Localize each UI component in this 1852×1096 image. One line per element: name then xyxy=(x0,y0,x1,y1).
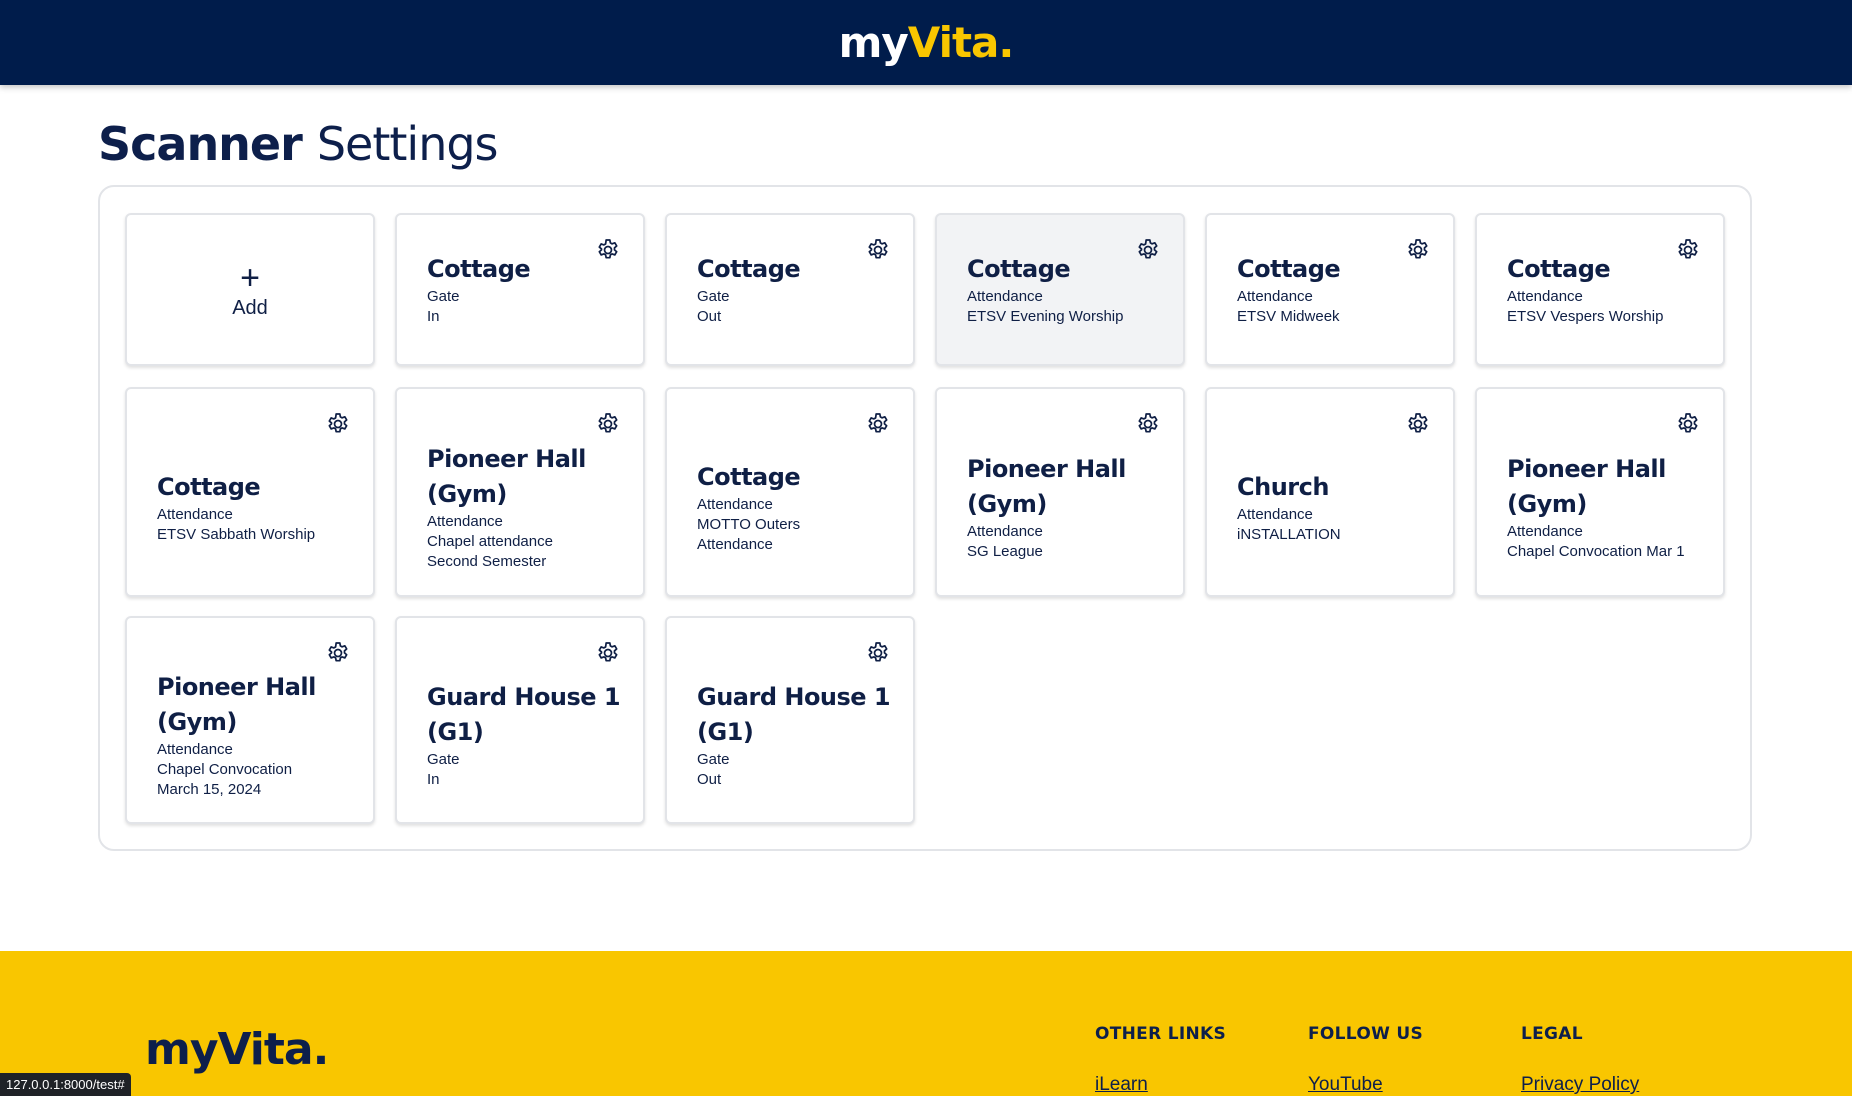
scanner-card-content: Cottage Gate Out xyxy=(697,215,893,364)
scanner-card-title: Cottage xyxy=(1237,255,1341,283)
scanner-card-title: Cottage xyxy=(427,255,531,283)
scanner-card-detail: Out xyxy=(697,771,722,788)
scanner-card-detail: In xyxy=(427,771,440,788)
scanner-grid-panel: + Add Cottage Gate In Cottage Gate Out Cottage… xyxy=(98,185,1752,851)
scanner-card-content: Pioneer Hall (Gym) Attendance Chapel Convo… xyxy=(1507,419,1703,595)
scanner-card-detail: Gate xyxy=(697,751,730,768)
scanner-card-detail: Attendance xyxy=(1507,288,1583,305)
footer-link-privacy-policy[interactable]: Privacy Policy xyxy=(1521,1074,1639,1096)
scanner-card-title: Cottage xyxy=(1507,255,1611,283)
scanner-card-detail: iNSTALLATION xyxy=(1237,525,1341,543)
scanner-card-detail: ETSV Sabbath Worship xyxy=(157,525,316,543)
scanner-card-title: Pioneer Hall (Gym) xyxy=(157,673,316,736)
scanner-card[interactable]: Pioneer Hall (Gym) Attendance SG League xyxy=(935,387,1185,597)
scanner-card[interactable]: Pioneer Hall (Gym) Attendance Chapel atten… xyxy=(395,387,645,597)
scanner-card-detail: ETSV Midweek xyxy=(1237,308,1340,325)
footer-heading-other-links: OTHER LINKS xyxy=(1095,1024,1226,1044)
plus-icon: + xyxy=(240,259,260,297)
scanner-card-detail: Out xyxy=(697,308,722,325)
scanner-card-detail: ETSV Vespers Worship xyxy=(1507,308,1664,325)
scanner-card[interactable]: Cottage Attendance MOTTO Outers Attendance xyxy=(665,387,915,597)
scanner-card[interactable]: Cottage Attendance ETSV Sabbath Worship xyxy=(125,387,375,597)
scanner-card-title: Cottage xyxy=(697,255,801,283)
scanner-card-detail: Chapel attendance xyxy=(427,533,553,550)
scanner-card-title: Pioneer Hall (Gym) xyxy=(427,445,586,508)
scanner-card-title: Church xyxy=(1237,472,1329,501)
footer-link-ilearn[interactable]: iLearn xyxy=(1095,1074,1226,1096)
scanner-card-content: Cottage Gate In xyxy=(427,215,623,364)
scanner-card-detail: Chapel Convocation Mar 1 xyxy=(1507,543,1685,560)
scanner-card-content: Pioneer Hall (Gym) Attendance Chapel atten… xyxy=(427,419,623,595)
scanner-card-detail: Chapel Convocation xyxy=(157,761,293,778)
scanner-card[interactable]: Cottage Attendance ETSV Midweek xyxy=(1205,213,1455,366)
scanner-card-title: Pioneer Hall (Gym) xyxy=(1507,455,1666,518)
scanner-card-detail: Attendance xyxy=(697,495,773,513)
scanner-card-detail: In xyxy=(427,308,440,325)
scanner-card-content: Church Attendance iNSTALLATION xyxy=(1237,419,1433,595)
scanner-card-detail: Attendance xyxy=(427,513,503,530)
scanner-card-detail: Attendance xyxy=(697,535,773,553)
scanner-card-title: Cottage xyxy=(967,255,1071,283)
scanner-card[interactable]: Cottage Attendance ETSV Evening Worship xyxy=(935,213,1185,366)
scanner-card-detail: Attendance xyxy=(157,741,233,758)
scanner-card[interactable]: Guard House 1 (G1) Gate In xyxy=(395,616,645,824)
scanner-card-content: Cottage Attendance ETSV Vespers Worship xyxy=(1507,215,1703,364)
footer-heading-legal: LEGAL xyxy=(1521,1024,1583,1044)
scanner-card[interactable]: Cottage Attendance ETSV Vespers Worship xyxy=(1475,213,1725,366)
scanner-card-title: Pioneer Hall (Gym) xyxy=(967,455,1126,518)
scanner-card-detail: Attendance xyxy=(1237,288,1313,305)
scanner-card-content: Cottage Attendance MOTTO Outers Attendance xyxy=(697,419,893,595)
scanner-card-detail: Second Semester xyxy=(427,553,547,570)
scanner-card-detail: Gate xyxy=(427,288,460,305)
scanner-card-detail: Attendance xyxy=(967,523,1043,540)
app-logo[interactable]: myVita. xyxy=(839,21,1015,64)
scanner-card[interactable]: Church Attendance iNSTALLATION xyxy=(1205,387,1455,597)
scanner-card[interactable]: Cottage Gate In xyxy=(395,213,645,366)
footer-logo[interactable]: myVita. xyxy=(145,1028,329,1072)
scanner-card-detail: Attendance xyxy=(967,288,1043,305)
scanner-card-content: Guard House 1 (G1) Gate Out xyxy=(697,648,893,822)
footer-column-legal: LEGAL Privacy Policy xyxy=(1521,1024,1639,1096)
scanner-card-detail: Attendance xyxy=(157,505,233,523)
scanner-card-content: Cottage Attendance ETSV Sabbath Worship xyxy=(157,419,353,595)
status-bar-url: 127.0.0.1:8000/test# xyxy=(0,1073,131,1096)
footer-link-youtube[interactable]: YouTube xyxy=(1308,1074,1423,1096)
scanner-card[interactable]: Pioneer Hall (Gym) Attendance Chapel Convo… xyxy=(1475,387,1725,597)
scanner-card-detail: MOTTO Outers xyxy=(697,515,801,533)
scanner-card-detail: SG League xyxy=(967,543,1043,560)
scanner-card-title: Guard House 1 (G1) xyxy=(697,683,891,746)
page-title: Scanner Settings xyxy=(98,117,499,171)
scanner-card-content: Guard House 1 (G1) Gate In xyxy=(427,648,623,822)
scanner-card-title: Cottage xyxy=(697,462,801,491)
top-navbar: myVita. xyxy=(0,0,1852,85)
scanner-card-content: Cottage Attendance ETSV Evening Worship xyxy=(967,215,1163,364)
footer-heading-follow-us: FOLLOW US xyxy=(1308,1024,1423,1044)
scanner-card-content: Pioneer Hall (Gym) Attendance Chapel Convo… xyxy=(157,648,353,822)
scanner-card-content: Cottage Attendance ETSV Midweek xyxy=(1237,215,1433,364)
add-label: Add xyxy=(232,297,268,319)
footer: myVita. OTHER LINKS iLearn FOLLOW US You… xyxy=(0,951,1852,1096)
scanner-card-detail: Gate xyxy=(427,751,460,768)
scanner-card-content: Pioneer Hall (Gym) Attendance SG League xyxy=(967,419,1163,595)
scanner-card-detail: March 15, 2024 xyxy=(157,781,262,798)
scanner-card[interactable]: Cottage Gate Out xyxy=(665,213,915,366)
add-scanner-card[interactable]: + Add xyxy=(125,213,375,366)
scanner-card-title: Guard House 1 (G1) xyxy=(427,683,621,746)
scanner-card-detail: Gate xyxy=(697,288,730,305)
scanner-card-title: Cottage xyxy=(157,472,261,501)
scanner-card[interactable]: Pioneer Hall (Gym) Attendance Chapel Convo… xyxy=(125,616,375,824)
scanner-card[interactable]: Guard House 1 (G1) Gate Out xyxy=(665,616,915,824)
footer-column-follow-us: FOLLOW US YouTube xyxy=(1308,1024,1423,1096)
footer-column-other-links: OTHER LINKS iLearn xyxy=(1095,1024,1226,1096)
scanner-card-detail: ETSV Evening Worship xyxy=(967,308,1124,325)
scanner-card-detail: Attendance xyxy=(1507,523,1583,540)
scanner-card-detail: Attendance xyxy=(1237,505,1313,523)
